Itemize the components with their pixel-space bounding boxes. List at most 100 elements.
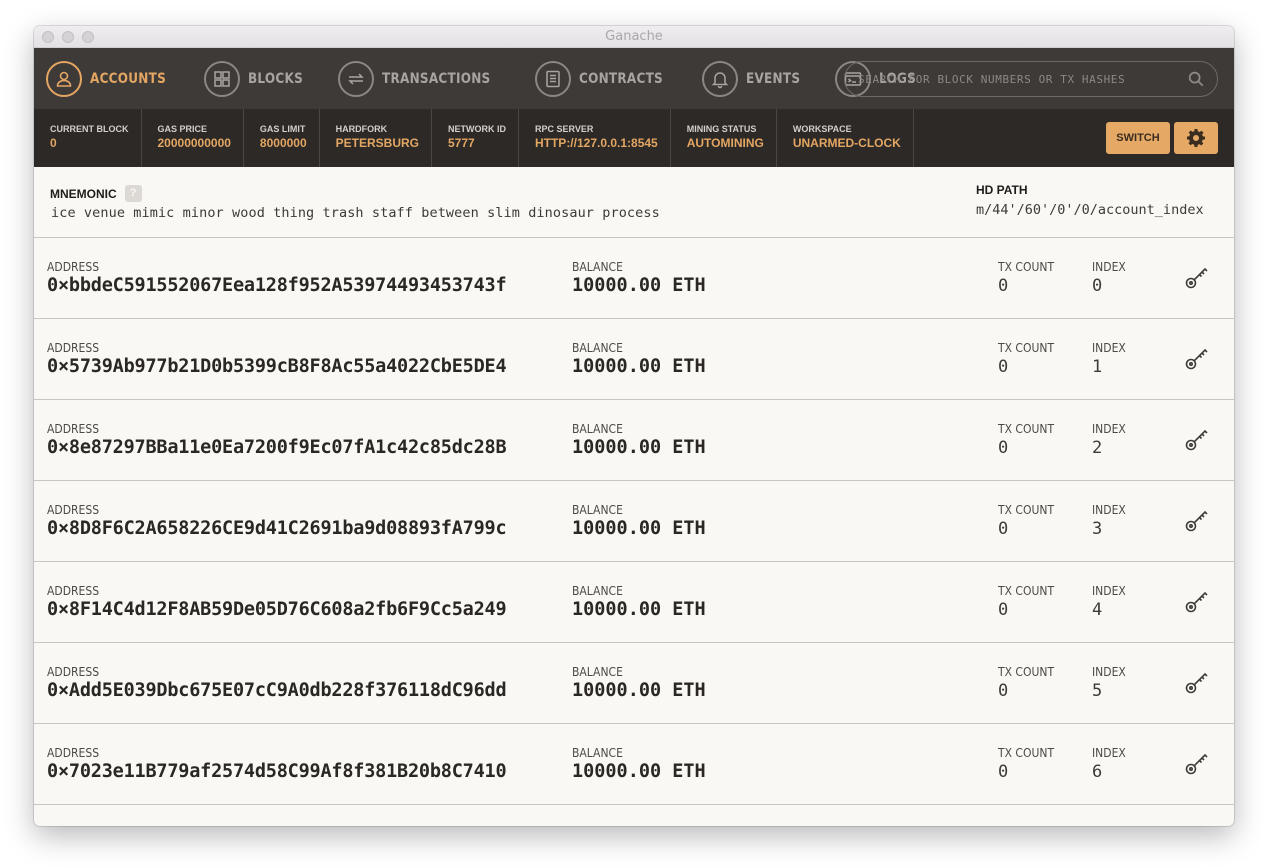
key-icon[interactable]	[1184, 507, 1210, 533]
accounts-list: ADDRESS 0×bbdeC591552067Eea128f952A53974…	[34, 238, 1234, 805]
arrows-icon	[338, 60, 375, 97]
stat-hardfork: HARDFORK PETERSBURG	[320, 109, 432, 167]
address-value: 0×7023e11B779af2574d58C99Af8f381B20b8C74…	[47, 761, 507, 782]
account-row: ADDRESS 0×8F14C4d12F8AB59De05D76C608a2fb…	[34, 562, 1234, 643]
stat-workspace: WORKSPACE UNARMED-CLOCK	[777, 109, 914, 167]
main-nav: ACCOUNTS BLOCKS TRANSACTIONS CONTRACTS E…	[34, 48, 1234, 109]
index-value: 6	[1092, 762, 1103, 782]
hd-path-value: m/44'/60'/0'/0/account_index	[976, 202, 1204, 218]
stat-label: GAS PRICE	[157, 124, 208, 134]
switch-workspace-button[interactable]: SWITCH	[1106, 122, 1170, 154]
address-label: ADDRESS	[47, 422, 100, 436]
index-label: INDEX	[1092, 341, 1126, 355]
index-label: INDEX	[1092, 584, 1126, 598]
tx-count-label: TX COUNT	[998, 584, 1055, 598]
search-icon[interactable]	[1187, 70, 1205, 88]
address-value: 0×8F14C4d12F8AB59De05D76C608a2fb6F9Cc5a2…	[47, 599, 507, 620]
account-row: ADDRESS 0×8e87297BBa11e0Ea7200f9Ec07fA1c…	[34, 400, 1234, 481]
balance-value: 10000.00 ETH	[572, 680, 706, 701]
stat-label: RPC SERVER	[534, 124, 594, 134]
tx-count-label: TX COUNT	[998, 260, 1055, 274]
balance-label: BALANCE	[572, 422, 623, 436]
nav-contracts-label: CONTRACTS	[578, 70, 663, 87]
balance-value: 10000.00 ETH	[572, 761, 706, 782]
index-label: INDEX	[1092, 422, 1126, 436]
stat-value: 20000000000	[157, 136, 231, 150]
stat-label: CURRENT BLOCK	[50, 124, 129, 134]
key-icon[interactable]	[1184, 345, 1210, 371]
balance-value: 10000.00 ETH	[572, 599, 706, 620]
search-bar	[844, 61, 1218, 97]
tx-count-label: TX COUNT	[998, 665, 1055, 679]
key-icon[interactable]	[1184, 669, 1210, 695]
settings-button[interactable]	[1174, 122, 1218, 154]
mnemonic-panel: MNEMONIC ? ice venue mimic minor wood th…	[34, 167, 1234, 238]
stat-gas-limit: GAS LIMIT 8000000	[244, 109, 320, 167]
window-controls	[42, 31, 94, 43]
address-value: 0×5739Ab977b21D0b5399cB8F8Ac55a4022CbE5D…	[47, 356, 507, 377]
zoom-window-button[interactable]	[82, 31, 94, 43]
stat-gas-price: GAS PRICE 20000000000	[142, 109, 244, 167]
key-icon[interactable]	[1184, 750, 1210, 776]
stat-current-block: CURRENT BLOCK 0	[34, 109, 142, 167]
address-value: 0×8e87297BBa11e0Ea7200f9Ec07fA1c42c85dc2…	[47, 437, 507, 458]
minimize-window-button[interactable]	[62, 31, 74, 43]
nav-transactions[interactable]: TRANSACTIONS	[338, 60, 508, 97]
tx-count-value: 0	[998, 519, 1009, 539]
key-icon[interactable]	[1184, 426, 1210, 452]
status-bar: CURRENT BLOCK 0 GAS PRICE 20000000000 GA…	[34, 109, 1234, 167]
stat-label: GAS LIMIT	[259, 124, 306, 134]
window-title: Ganache	[605, 29, 663, 44]
key-icon[interactable]	[1184, 588, 1210, 614]
nav-accounts[interactable]: ACCOUNTS	[46, 60, 178, 97]
close-window-button[interactable]	[42, 31, 54, 43]
search-input[interactable]	[858, 72, 1187, 86]
balance-label: BALANCE	[572, 584, 623, 598]
stat-value: 8000000	[259, 136, 307, 150]
tx-count-value: 0	[998, 438, 1009, 458]
key-icon[interactable]	[1184, 264, 1210, 290]
account-row: ADDRESS 0×8D8F6C2A658226CE9d41C2691ba9d0…	[34, 481, 1234, 562]
balance-label: BALANCE	[572, 503, 623, 517]
balance-value: 10000.00 ETH	[572, 356, 706, 377]
tx-count-label: TX COUNT	[998, 341, 1055, 355]
stat-value: HTTP://127.0.0.1:8545	[534, 136, 658, 150]
address-value: 0×bbdeC591552067Eea128f952A5397449345374…	[47, 275, 507, 296]
gear-icon	[1187, 129, 1205, 147]
tx-count-label: TX COUNT	[998, 503, 1055, 517]
index-label: INDEX	[1092, 260, 1126, 274]
grid-icon	[204, 60, 241, 97]
ganache-window: Ganache ACCOUNTS BLOCKS TRANSACTIONS CON…	[34, 26, 1234, 826]
account-row: ADDRESS 0×Add5E039Dbc675E07cC9A0db228f37…	[34, 643, 1234, 724]
account-row: ADDRESS 0×7023e11B779af2574d58C99Af8f381…	[34, 724, 1234, 805]
nav-events[interactable]: EVENTS	[702, 60, 809, 97]
stat-value: 5777	[447, 136, 475, 150]
nav-events-label: EVENTS	[746, 70, 801, 87]
address-value: 0×8D8F6C2A658226CE9d41C2691ba9d08893fA79…	[47, 518, 507, 539]
stat-label: MINING STATUS	[686, 124, 757, 134]
address-label: ADDRESS	[47, 746, 100, 760]
hd-path-label: HD PATH	[976, 183, 1028, 197]
stat-value: AUTOMINING	[686, 136, 764, 150]
balance-value: 10000.00 ETH	[572, 437, 706, 458]
nav-blocks[interactable]: BLOCKS	[204, 60, 312, 97]
stat-network-id: NETWORK ID 5777	[432, 109, 519, 167]
balance-value: 10000.00 ETH	[572, 275, 706, 296]
index-label: INDEX	[1092, 503, 1126, 517]
tx-count-label: TX COUNT	[998, 422, 1055, 436]
tx-count-label: TX COUNT	[998, 746, 1055, 760]
mnemonic-label-row: MNEMONIC ?	[50, 185, 142, 202]
index-value: 1	[1092, 357, 1103, 377]
nav-contracts[interactable]: CONTRACTS	[534, 60, 677, 97]
stat-label: HARDFORK	[335, 124, 388, 134]
balance-label: BALANCE	[572, 665, 623, 679]
help-icon[interactable]: ?	[124, 185, 142, 202]
tx-count-value: 0	[998, 276, 1009, 296]
account-row: ADDRESS 0×bbdeC591552067Eea128f952A53974…	[34, 238, 1234, 319]
tx-count-value: 0	[998, 357, 1009, 377]
index-value: 5	[1092, 681, 1103, 701]
stat-rpc-server: RPC SERVER HTTP://127.0.0.1:8545	[519, 109, 671, 167]
index-value: 0	[1092, 276, 1103, 296]
tx-count-value: 0	[998, 681, 1009, 701]
balance-label: BALANCE	[572, 260, 623, 274]
